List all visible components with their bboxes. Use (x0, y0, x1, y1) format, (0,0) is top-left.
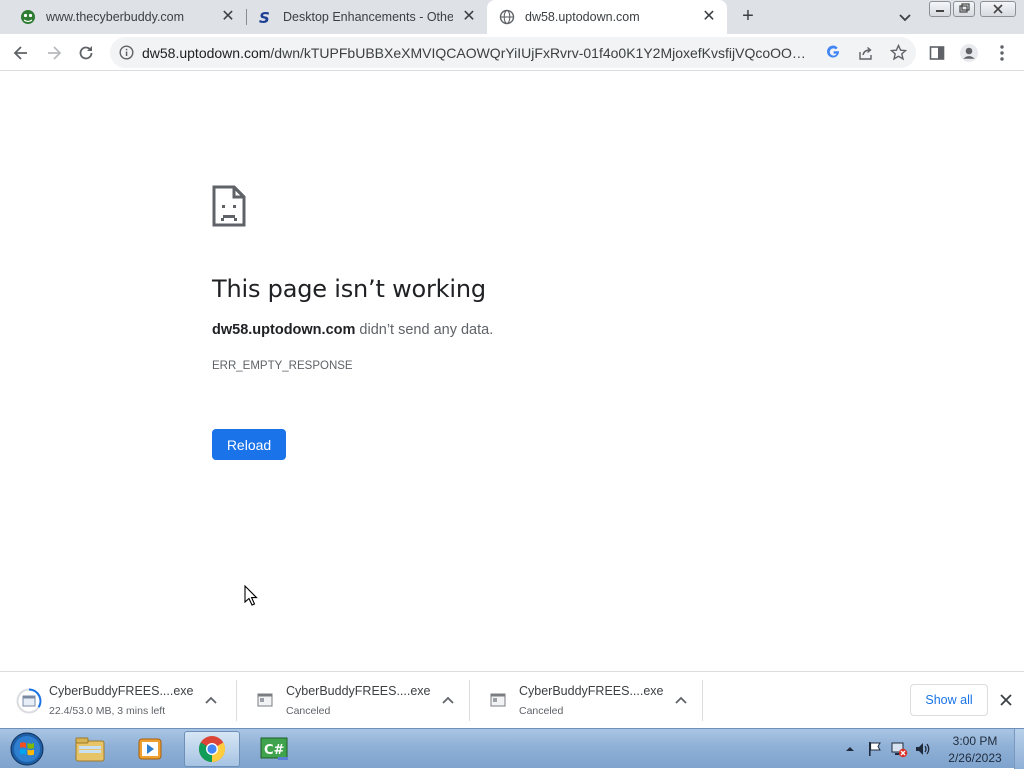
url-host: dw58.uptodown.com (142, 45, 271, 61)
softpedia-favicon-icon: S (257, 9, 273, 25)
browser-toolbar: dw58.uptodown.com/dwn/kTUPFbUBBXeXMVIQCA… (0, 34, 1024, 71)
new-tab-button[interactable]: + (736, 6, 760, 28)
tab-title: www.thecyberbuddy.com (46, 10, 185, 24)
chevron-up-icon[interactable] (441, 693, 455, 707)
reload-icon[interactable] (75, 42, 97, 64)
tab-uptodown[interactable]: dw58.uptodown.com ✕ (487, 0, 727, 34)
sad-page-icon (212, 185, 246, 232)
download-filename: CyberBuddyFREES....exe (49, 684, 194, 698)
error-title: This page isn’t working (212, 275, 486, 303)
google-chrome-taskbar-icon[interactable] (184, 731, 240, 767)
show-all-button[interactable]: Show all (910, 684, 988, 716)
action-center-flag-icon[interactable] (866, 740, 884, 763)
menu-kebab-icon[interactable] (991, 42, 1013, 64)
media-player-taskbar-icon[interactable] (122, 731, 178, 767)
restore-button[interactable] (953, 1, 975, 17)
side-panel-icon[interactable] (926, 42, 948, 64)
download-divider (702, 680, 703, 721)
address-bar[interactable]: dw58.uptodown.com/dwn/kTUPFbUBBXeXMVIQCA… (110, 37, 916, 68)
download-progress-icon (16, 688, 42, 714)
download-status: Canceled (286, 705, 331, 717)
clock-date[interactable]: 2/26/2023 (940, 751, 1010, 765)
download-item[interactable]: CyberBuddyFREES....exe 22.4/53.0 MB, 3 m… (0, 672, 233, 729)
download-shelf: CyberBuddyFREES....exe 22.4/53.0 MB, 3 m… (0, 671, 1024, 728)
start-button[interactable] (6, 729, 48, 769)
svg-text:S: S (259, 9, 270, 25)
csharp-ide-taskbar-icon[interactable]: C# (246, 731, 302, 767)
url-path: /dwn/kTUPFbUBBXeXMVIQCAOWQrYiIUjFxRvrv-0… (270, 45, 812, 61)
google-lens-icon[interactable] (826, 45, 841, 65)
globe-icon (499, 9, 515, 25)
close-window-button[interactable] (980, 1, 1016, 17)
error-host: dw58.uptodown.com (212, 322, 356, 338)
download-item[interactable]: CyberBuddyFREES....exe Canceled (237, 672, 470, 729)
close-tab-icon[interactable]: ✕ (461, 9, 477, 25)
error-code: ERR_EMPTY_RESPONSE (212, 360, 353, 372)
download-filename: CyberBuddyFREES....exe (286, 684, 431, 698)
bookmark-star-icon[interactable] (889, 43, 908, 66)
cyberbuddy-favicon-icon (20, 9, 36, 25)
tab-softpedia[interactable]: S Desktop Enhancements - Other Sof ✕ (247, 0, 487, 34)
close-icon[interactable] (997, 691, 1015, 709)
reload-button[interactable]: Reload (212, 429, 286, 460)
chevron-up-icon[interactable] (204, 693, 218, 707)
url-text: dw58.uptodown.com/dwn/kTUPFbUBBXeXMVIQCA… (142, 45, 812, 61)
back-arrow-icon[interactable] (10, 42, 32, 64)
forward-arrow-icon[interactable] (43, 42, 65, 64)
tab-title: Desktop Enhancements - Other Sof (283, 10, 453, 24)
volume-speaker-icon[interactable] (914, 740, 932, 763)
download-filename: CyberBuddyFREES....exe (519, 684, 664, 698)
taskbar: C# 3:00 PM 2/26/2023 (0, 728, 1024, 769)
tab-strip: www.thecyberbuddy.com ✕ S Desktop Enhanc… (0, 0, 1024, 34)
close-tab-icon[interactable]: ✕ (220, 9, 236, 25)
close-tab-icon[interactable]: ✕ (701, 9, 717, 25)
profile-avatar-icon[interactable] (958, 42, 980, 64)
show-desktop-button[interactable] (1014, 729, 1024, 769)
file-icon (486, 688, 510, 712)
clock-time[interactable]: 3:00 PM (940, 734, 1010, 748)
mouse-cursor-icon (244, 584, 258, 612)
tab-search-chevron-icon[interactable] (896, 8, 914, 26)
share-icon[interactable] (858, 45, 874, 66)
download-status: 22.4/53.0 MB, 3 mins left (49, 705, 166, 717)
error-message: didn’t send any data. (355, 322, 494, 338)
download-status: Canceled (519, 705, 564, 717)
error-description: dw58.uptodown.com didn’t send any data. (212, 322, 493, 338)
minimize-button[interactable] (929, 1, 951, 17)
tab-cyberbuddy[interactable]: www.thecyberbuddy.com ✕ (0, 0, 246, 34)
tab-title: dw58.uptodown.com (525, 10, 640, 24)
network-disconnected-icon[interactable] (890, 740, 908, 763)
file-icon (253, 688, 277, 712)
svg-text:C#: C# (264, 743, 285, 758)
download-item[interactable]: CyberBuddyFREES....exe Canceled (470, 672, 703, 729)
windows-explorer-taskbar-icon[interactable] (62, 731, 118, 767)
show-hidden-icons-chevron-icon[interactable] (844, 742, 856, 760)
site-info-icon[interactable] (119, 45, 134, 65)
chevron-up-icon[interactable] (674, 693, 688, 707)
error-page: This page isn’t working dw58.uptodown.co… (0, 71, 1024, 671)
